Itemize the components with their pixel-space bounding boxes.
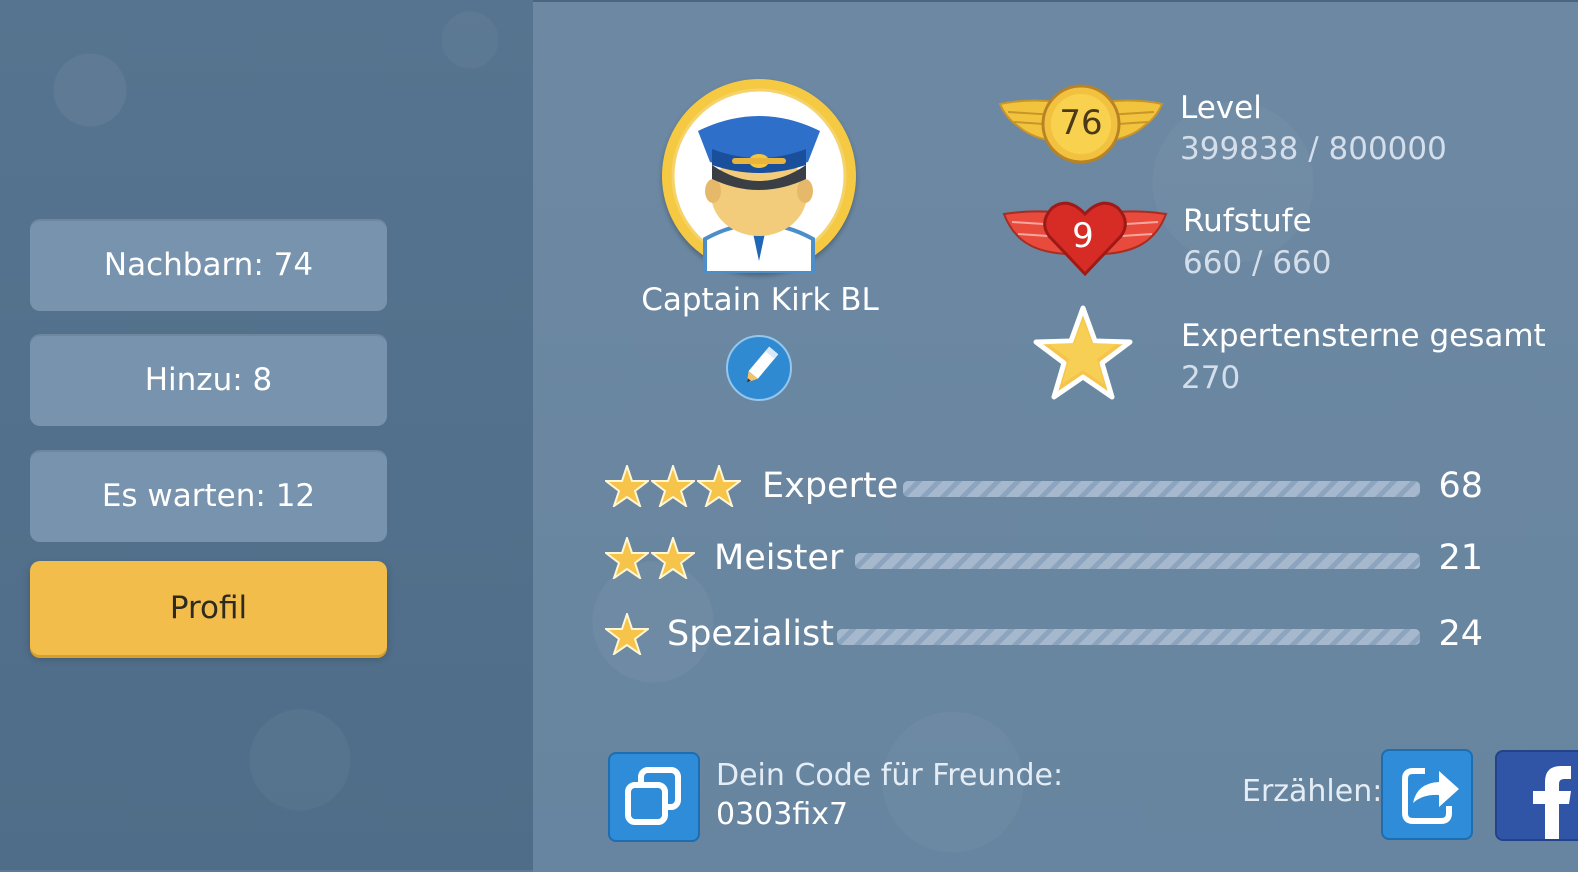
rank-label-experte: Experte: [762, 466, 899, 506]
rank-label-spezialist: Spezialist: [667, 614, 834, 654]
neighbors-button-label: Nachbarn: 74: [103, 247, 314, 283]
friend-code-value: 0303fix7: [716, 797, 849, 832]
waiting-requests-button[interactable]: Es warten: 12: [30, 450, 387, 542]
player-avatar: [662, 79, 856, 275]
expert-stars-value: 270: [1181, 360, 1241, 396]
rank-bar-experte: [903, 481, 1420, 497]
friend-code-label: Dein Code für Freunde:: [716, 758, 1064, 793]
share-button[interactable]: [1381, 749, 1473, 840]
star-icon: [1033, 305, 1133, 400]
rank-row-spezialist: Spezialist 24: [605, 606, 1495, 662]
copy-icon: [625, 767, 681, 825]
level-badge-number: 76: [1059, 103, 1103, 143]
rank-row-meister: Meister 21: [605, 530, 1495, 586]
star-icon: [605, 537, 649, 579]
rank-label-meister: Meister: [714, 538, 844, 578]
neighbors-button[interactable]: Nachbarn: 74: [30, 219, 387, 311]
level-progress-value: 399838 / 800000: [1180, 131, 1447, 167]
reputation-progress-value: 660 / 660: [1183, 245, 1332, 281]
level-label: Level: [1180, 90, 1262, 126]
rank-bar-meister: [855, 553, 1420, 569]
profile-tab-button-label: Profil: [169, 590, 248, 626]
star-icon: [605, 613, 649, 655]
profile-tab-button[interactable]: Profil: [30, 561, 387, 655]
rank-stars-meister: [605, 530, 695, 586]
rank-count-meister: 21: [1438, 538, 1483, 578]
rank-count-spezialist: 24: [1438, 614, 1483, 654]
captain-avatar-icon: [671, 88, 847, 275]
edit-name-button[interactable]: [726, 335, 792, 401]
left-panel: [0, 0, 533, 870]
facebook-icon: [1533, 766, 1571, 839]
add-neighbors-button[interactable]: Hinzu: 8: [30, 334, 387, 426]
facebook-button[interactable]: [1495, 750, 1578, 841]
star-icon: [651, 465, 695, 507]
rank-count-experte: 68: [1438, 466, 1483, 506]
player-name: Captain Kirk BL: [641, 282, 879, 318]
copy-code-button[interactable]: [608, 752, 700, 842]
share-label: Erzählen:: [1242, 774, 1383, 809]
expert-stars-label: Expertensterne gesamt: [1181, 318, 1546, 354]
share-arrow-icon: [1402, 768, 1459, 824]
star-icon: [605, 465, 649, 507]
waiting-requests-button-label: Es warten: 12: [101, 478, 316, 514]
reputation-label: Rufstufe: [1183, 203, 1312, 239]
star-icon: [651, 537, 695, 579]
reputation-badge-number: 9: [1072, 216, 1094, 256]
star-icon: [697, 465, 741, 507]
pencil-icon: [746, 346, 779, 383]
rank-stars-experte: [605, 458, 741, 514]
rank-row-experte: Experte 68: [605, 458, 1495, 514]
add-neighbors-button-label: Hinzu: 8: [144, 362, 273, 398]
rank-stars-spezialist: [605, 606, 649, 662]
rank-bar-spezialist: [837, 629, 1420, 645]
